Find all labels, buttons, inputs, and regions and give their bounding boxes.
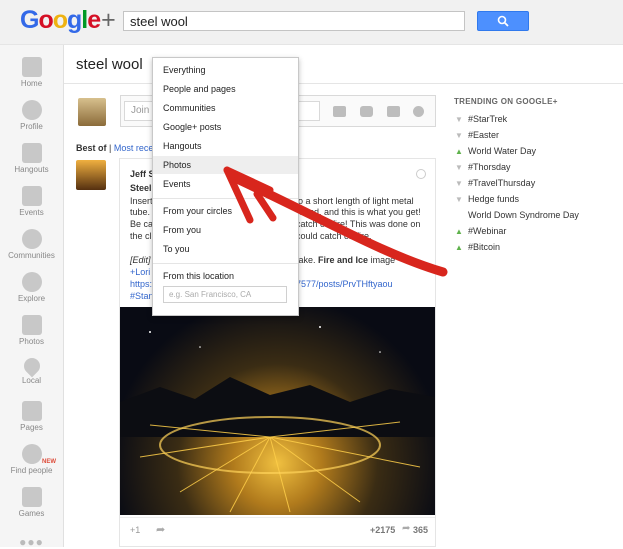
event-icon[interactable] xyxy=(387,106,400,117)
photo-icon[interactable] xyxy=(333,106,346,117)
trending-item[interactable]: ▲ #Webinar xyxy=(454,226,506,236)
filter-photos[interactable]: Photos xyxy=(163,160,191,170)
share-count: 365 xyxy=(413,525,429,535)
nav-explore[interactable]: Explore xyxy=(0,272,63,303)
page-header xyxy=(64,45,623,84)
filter-from-you[interactable]: From you xyxy=(163,225,201,235)
search-icon xyxy=(497,15,509,27)
hashtag-link[interactable]: #Stan xyxy=(130,291,154,301)
user-avatar[interactable] xyxy=(78,98,106,126)
new-badge: NEW xyxy=(42,459,56,465)
google-plus-logo[interactable]: Google+ xyxy=(20,6,116,35)
post-link[interactable]: https: xyxy=(130,279,152,289)
trend-up-icon: ▲ xyxy=(455,147,463,156)
steel-wool-photo xyxy=(120,326,435,513)
camera-icon xyxy=(21,315,42,335)
home-icon xyxy=(21,57,42,77)
trending-item[interactable]: World Down Syndrome Day xyxy=(454,210,579,220)
filter-hangouts[interactable]: Hangouts xyxy=(163,141,202,151)
profile-icon xyxy=(21,100,42,120)
search-button[interactable] xyxy=(477,11,529,31)
filter-communities[interactable]: Communities xyxy=(163,103,216,113)
search-input[interactable]: steel wool xyxy=(123,11,465,31)
page-title: steel wool xyxy=(76,56,143,73)
filter-people-pages[interactable]: People and pages xyxy=(163,84,236,94)
author-avatar[interactable] xyxy=(76,160,106,190)
nav-hangouts[interactable]: Hangouts xyxy=(0,143,63,174)
nav-profile[interactable]: Profile xyxy=(0,100,63,131)
nav-local[interactable]: Local xyxy=(0,354,63,385)
mention-link[interactable]: +Lori xyxy=(130,267,150,277)
trend-down-icon: ▼ xyxy=(455,163,463,172)
best-of-tab[interactable]: Best of xyxy=(76,143,107,153)
plus-one-button[interactable]: +1 xyxy=(130,525,140,535)
communities-icon xyxy=(21,229,42,249)
trending-title: TRENDING ON GOOGLE+ xyxy=(454,97,558,106)
filter-posts[interactable]: Google+ posts xyxy=(163,122,221,132)
trending-item[interactable]: ▼ #StarTrek xyxy=(454,114,507,124)
plus-count: +2175 xyxy=(370,525,396,535)
nav-events[interactable]: Events xyxy=(0,186,63,217)
post-footer: +1 ➦ +2175 ➦ 365 xyxy=(120,517,435,544)
events-icon xyxy=(21,186,42,206)
left-nav: Home Profile Hangouts Events Communities… xyxy=(0,45,64,549)
post-author[interactable]: Jeff S xyxy=(130,169,155,179)
post-link-tail[interactable]: 7577/posts/PrvTHftyaou xyxy=(296,279,393,289)
location-input[interactable]: e.g. San Francisco, CA xyxy=(163,286,287,303)
link-icon[interactable] xyxy=(413,106,424,117)
filter-to-you[interactable]: To you xyxy=(163,244,190,254)
nav-games[interactable]: Games xyxy=(0,487,63,518)
post-title: Steel xyxy=(130,183,152,193)
trending-item[interactable]: ▲ World Water Day xyxy=(454,146,536,156)
nav-find-people[interactable]: Find people NEW xyxy=(0,444,63,475)
nav-communities[interactable]: Communities xyxy=(0,229,63,260)
trend-up-icon: ▲ xyxy=(455,227,463,236)
trend-down-icon: ▼ xyxy=(455,179,463,188)
video-icon[interactable] xyxy=(360,106,373,117)
trending-item[interactable]: ▼ #Easter xyxy=(454,130,499,140)
annotation-arrow-icon xyxy=(223,166,448,277)
hangouts-icon xyxy=(21,143,42,163)
filter-events[interactable]: Events xyxy=(163,179,191,189)
trend-down-icon: ▼ xyxy=(455,131,463,140)
share-arrow-icon[interactable]: ➦ xyxy=(156,523,165,536)
filter-everything[interactable]: Everything xyxy=(163,65,206,75)
trend-up-icon: ▲ xyxy=(455,243,463,252)
post-photo[interactable] xyxy=(120,307,435,515)
map-pin-icon xyxy=(20,354,43,378)
pages-icon xyxy=(21,401,42,421)
nav-pages[interactable]: Pages xyxy=(0,401,63,432)
trend-down-icon: ▼ xyxy=(455,195,463,204)
reshare-icon: ➦ xyxy=(402,523,411,534)
games-icon xyxy=(21,487,42,507)
find-people-icon xyxy=(21,444,42,464)
trend-down-icon: ▼ xyxy=(455,115,463,124)
trending-item[interactable]: ▼ #Thorsday xyxy=(454,162,511,172)
trending-item[interactable]: ▲ #Bitcoin xyxy=(454,242,500,252)
compass-icon xyxy=(21,272,42,292)
trending-item[interactable]: ▼ #TravelThursday xyxy=(454,178,535,188)
trending-item[interactable]: ▼ Hedge funds xyxy=(454,194,519,204)
nav-photos[interactable]: Photos xyxy=(0,315,63,346)
nav-home[interactable]: Home xyxy=(0,57,63,88)
filter-bar: Best of | Most recen xyxy=(76,143,159,153)
